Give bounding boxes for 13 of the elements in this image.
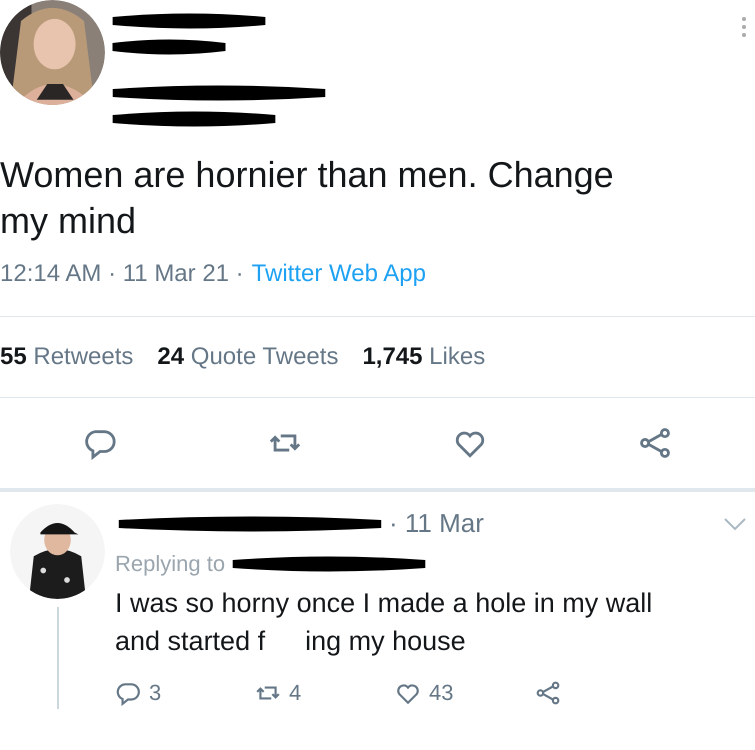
reply-date: · 11 Mar [389, 507, 484, 540]
share-icon[interactable] [535, 680, 561, 706]
stat-link[interactable]: 24 Quote Tweets [157, 339, 338, 375]
action-count: 3 [149, 679, 162, 707]
share-icon[interactable] [638, 426, 672, 460]
replying-to-label: Replying to [115, 550, 226, 578]
reply-text: I was so horny once I made a hole in my wall and started f ing my house [115, 587, 654, 658]
tweet-text: Women are hornier than men. Change my mind [0, 153, 615, 243]
stat-link[interactable]: 55 Retweets [0, 339, 134, 375]
tweet-time: 12:14 AM · 11 Mar 21 · [0, 259, 244, 289]
action-count: 4 [289, 679, 302, 707]
stat-link[interactable]: 1,745 Likes [362, 339, 486, 375]
action-count: 43 [429, 679, 454, 707]
